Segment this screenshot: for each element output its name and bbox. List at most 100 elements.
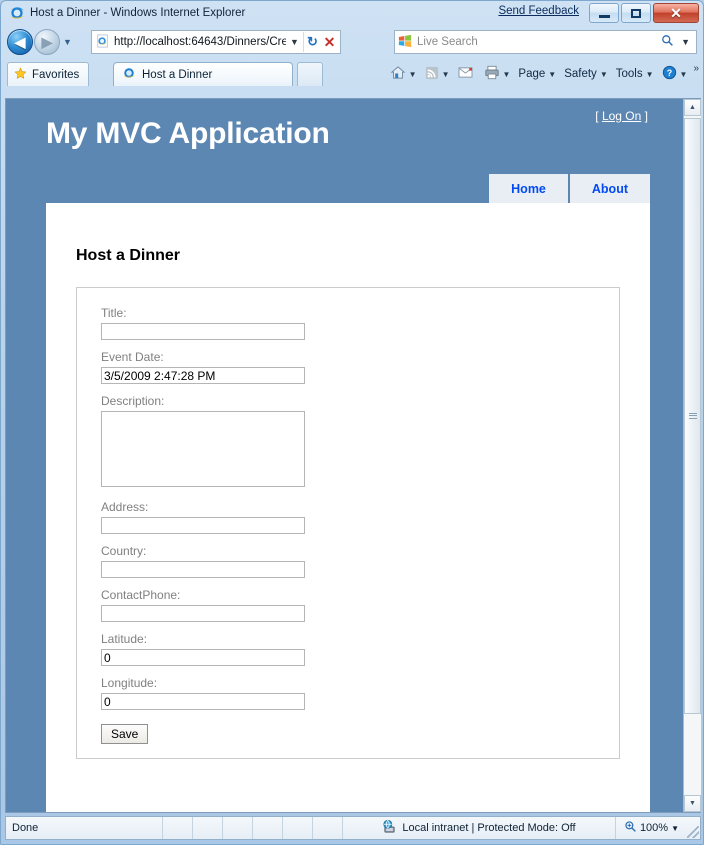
- recent-pages-dropdown-icon[interactable]: ▼: [63, 37, 72, 47]
- search-box[interactable]: Live Search ▼: [394, 30, 697, 54]
- search-icon[interactable]: [657, 34, 678, 50]
- browser-tab-host-a-dinner[interactable]: Host a Dinner: [113, 62, 293, 86]
- input-latitude[interactable]: [101, 649, 305, 666]
- field-row-address: Address:: [101, 500, 619, 544]
- nav-item-home[interactable]: Home: [489, 174, 568, 203]
- star-icon: [14, 67, 27, 83]
- address-text: http://localhost:64643/Dinners/Create: [114, 36, 286, 48]
- main-content-panel: Host a Dinner Title: Event Date: Descrip…: [46, 203, 650, 812]
- scrollbar-track[interactable]: [684, 116, 701, 795]
- status-segment: [282, 817, 312, 839]
- label-description: Description:: [101, 394, 165, 408]
- search-dropdown-icon[interactable]: ▼: [678, 37, 693, 47]
- scrollbar-grip-icon: [688, 413, 697, 419]
- field-row-longitude: Longitude:: [101, 676, 619, 720]
- status-segment: [192, 817, 222, 839]
- status-segment: [252, 817, 282, 839]
- scrollbar-thumb[interactable]: [684, 118, 701, 714]
- label-country: Country:: [101, 544, 147, 558]
- input-longitude[interactable]: [101, 693, 305, 710]
- logon-bracket-close: ]: [644, 109, 648, 123]
- rss-feed-icon: [425, 66, 439, 83]
- input-address[interactable]: [101, 517, 305, 534]
- safety-menu-label: Safety: [564, 68, 597, 80]
- refresh-icon[interactable]: ↻: [304, 31, 321, 53]
- field-row-contact-phone: ContactPhone:: [101, 588, 619, 632]
- page-title: Host a Dinner: [76, 247, 181, 264]
- help-caret-icon: ▼: [679, 69, 688, 79]
- help-menu-button[interactable]: ? ▼: [658, 63, 692, 85]
- title-bar-left: Host a Dinner - Windows Internet Explore…: [9, 5, 245, 21]
- page-menu-label: Page: [518, 68, 546, 80]
- new-tab-button[interactable]: [297, 62, 323, 86]
- logon-link[interactable]: Log On: [602, 109, 641, 123]
- label-latitude: Latitude:: [101, 632, 148, 646]
- print-button[interactable]: ▼: [480, 63, 515, 85]
- print-caret-icon[interactable]: ▼: [503, 70, 511, 79]
- field-row-latitude: Latitude:: [101, 632, 619, 676]
- tools-menu-button[interactable]: Tools ▼: [612, 66, 658, 82]
- back-arrow-icon: ◀: [14, 34, 26, 50]
- window-title: Host a Dinner - Windows Internet Explore…: [30, 7, 246, 19]
- help-icon: ?: [662, 65, 677, 83]
- address-bar[interactable]: http://localhost:64643/Dinners/Create ▼ …: [91, 30, 341, 54]
- zoom-dropdown-icon[interactable]: ▼: [671, 824, 679, 833]
- tools-caret-icon: ▼: [645, 69, 654, 79]
- maximize-button[interactable]: [621, 3, 651, 23]
- status-segment: [312, 817, 342, 839]
- minimize-button[interactable]: [589, 3, 619, 23]
- site-title: My MVC Application: [46, 117, 330, 150]
- vertical-scrollbar[interactable]: ▲ ▼: [683, 99, 701, 812]
- page-menu-button[interactable]: Page ▼: [514, 66, 560, 82]
- security-zone-text: Local intranet | Protected Mode: Off: [402, 822, 576, 834]
- status-text: Done: [12, 822, 39, 834]
- home-caret-icon[interactable]: ▼: [409, 70, 417, 79]
- status-segment: [162, 817, 192, 839]
- home-button[interactable]: ▼: [386, 63, 421, 85]
- maximize-icon: [631, 8, 641, 18]
- forward-arrow-icon: ▶: [41, 34, 53, 50]
- close-button[interactable]: ✕: [653, 3, 699, 23]
- input-country[interactable]: [101, 561, 305, 578]
- browser-window: Host a Dinner - Windows Internet Explore…: [0, 0, 704, 845]
- zoom-control[interactable]: 100% ▼: [614, 817, 687, 839]
- safety-menu-button[interactable]: Safety ▼: [560, 66, 612, 82]
- scroll-down-button[interactable]: ▼: [684, 795, 701, 812]
- label-event-date: Event Date:: [101, 350, 164, 364]
- local-intranet-icon: [382, 819, 397, 837]
- send-feedback-link[interactable]: Send Feedback: [498, 5, 579, 17]
- field-row-title: Title:: [101, 306, 619, 350]
- internet-explorer-icon: [9, 5, 25, 21]
- back-button[interactable]: ◀: [7, 29, 33, 55]
- input-event-date[interactable]: [101, 367, 305, 384]
- feeds-button[interactable]: ▼: [421, 64, 454, 85]
- field-row-description: Description:: [101, 394, 619, 500]
- favorites-button[interactable]: Favorites: [7, 62, 90, 86]
- home-icon: [390, 65, 406, 83]
- live-search-provider-icon: [398, 34, 412, 51]
- tab-bar: Favorites Host a Dinner ▼ ▼ ▼ Page ▼ Saf…: [1, 59, 703, 89]
- scroll-up-button[interactable]: ▲: [684, 99, 701, 116]
- site-header: [ Log On ] My MVC Application Home About: [6, 99, 682, 203]
- address-dropdown-icon[interactable]: ▼: [286, 31, 303, 53]
- tab-label: Host a Dinner: [142, 68, 213, 81]
- input-title[interactable]: [101, 323, 305, 340]
- security-zone-area[interactable]: Local intranet | Protected Mode: Off: [342, 817, 615, 839]
- label-longitude: Longitude:: [101, 676, 158, 690]
- forward-button[interactable]: ▶: [34, 29, 60, 55]
- safety-caret-icon: ▼: [599, 69, 608, 79]
- mail-icon: [458, 66, 473, 82]
- page-favicon-icon: [96, 33, 110, 51]
- read-mail-button[interactable]: [454, 64, 480, 84]
- feeds-caret-icon[interactable]: ▼: [442, 70, 450, 79]
- site-nav-menu: Home About: [489, 174, 650, 203]
- logon-display: [ Log On ]: [595, 109, 648, 123]
- stop-icon[interactable]: ✕: [321, 31, 338, 53]
- field-row-event-date: Event Date:: [101, 350, 619, 394]
- save-button[interactable]: Save: [101, 724, 149, 744]
- command-overflow-icon[interactable]: »: [691, 63, 699, 74]
- nav-item-about[interactable]: About: [569, 174, 650, 203]
- input-description[interactable]: [101, 411, 305, 487]
- input-contact-phone[interactable]: [101, 605, 305, 622]
- window-resize-grip-icon[interactable]: [687, 826, 699, 838]
